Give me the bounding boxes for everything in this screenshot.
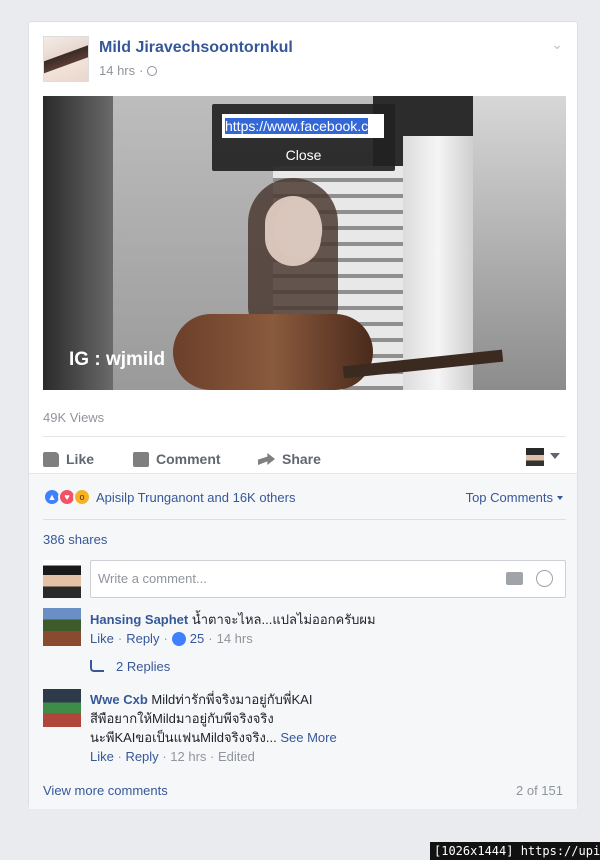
edited-label[interactable]: Edited bbox=[218, 749, 255, 764]
camera-icon[interactable] bbox=[506, 572, 523, 585]
current-user-avatar bbox=[43, 560, 81, 598]
comment-reply-link[interactable]: Reply bbox=[126, 631, 159, 646]
comment-text: นะพีKAIขอเป็นแฟนMildจริงจริง... bbox=[90, 730, 277, 745]
view-more-comments-link[interactable]: View more comments bbox=[43, 783, 168, 798]
comment-sort-dropdown[interactable]: Top Comments bbox=[466, 490, 563, 505]
divider bbox=[43, 436, 566, 437]
comment-icon bbox=[133, 451, 149, 467]
video-url-field[interactable]: https://www.facebook.c bbox=[222, 114, 384, 138]
commenter-avatar[interactable] bbox=[43, 608, 81, 646]
comments-section: ▲ ♥ o Apisilp Trunganont and 16K others … bbox=[29, 473, 577, 809]
share-button[interactable]: Share bbox=[258, 442, 321, 476]
reply-arrow-icon bbox=[90, 660, 104, 672]
post-card: Mild Jiravechsoontornkul 14 hrs · ⌄ IG :… bbox=[28, 21, 578, 809]
commenter-name[interactable]: Hansing Saphet bbox=[90, 612, 188, 627]
comment-button[interactable]: Comment bbox=[133, 442, 221, 476]
comment-pagination: 2 of 151 bbox=[516, 783, 563, 798]
share-arrow-icon bbox=[258, 453, 275, 465]
video-caption-overlay: IG : wjmild bbox=[69, 349, 166, 370]
emoji-icon[interactable] bbox=[536, 570, 553, 587]
comment-like-link[interactable]: Like bbox=[90, 631, 114, 646]
video-url-popup: https://www.facebook.c Close bbox=[212, 104, 395, 171]
globe-icon bbox=[147, 65, 158, 76]
chevron-down-icon[interactable]: ⌄ bbox=[551, 36, 563, 53]
action-bar: Like Comment Share bbox=[43, 442, 566, 476]
comment-like-link[interactable]: Like bbox=[90, 749, 114, 764]
commenter-name[interactable]: Wwe Cxb bbox=[90, 692, 148, 707]
view-replies-link[interactable]: 2 Replies bbox=[116, 659, 170, 674]
caret-down-icon bbox=[557, 495, 563, 500]
image-host-watermark: [1026x1444] https://upic.me/ bbox=[430, 842, 600, 860]
comment-reply-link[interactable]: Reply bbox=[125, 749, 158, 764]
view-count: 49K Views bbox=[43, 410, 105, 425]
comment-meta: Like · Reply · 12 hrs · Edited bbox=[90, 749, 255, 764]
reactions-summary[interactable]: ▲ ♥ o Apisilp Trunganont and 16K others bbox=[43, 488, 295, 506]
post-time[interactable]: 14 hrs bbox=[99, 63, 135, 78]
divider bbox=[43, 519, 566, 520]
author-avatar[interactable] bbox=[43, 36, 89, 82]
comment-text: น้ำตาจะไหล...แปลไม่ออกครับผม bbox=[191, 612, 376, 627]
commenter-avatar[interactable] bbox=[43, 689, 81, 727]
video-player[interactable]: IG : wjmild https://www.facebook.c Close bbox=[43, 96, 566, 390]
posting-as-avatar[interactable] bbox=[526, 448, 544, 466]
comment-like-count[interactable]: 25 bbox=[190, 631, 204, 646]
comment-meta: Like · Reply · 25 · 14 hrs bbox=[90, 631, 253, 646]
caret-down-icon[interactable] bbox=[550, 453, 560, 459]
wow-reaction-icon: o bbox=[73, 488, 91, 506]
author-name[interactable]: Mild Jiravechsoontornkul bbox=[99, 39, 293, 57]
comment-body: Wwe Cxb Mildท่ารักพี่จริงมาอยู่กับพี่KAI… bbox=[90, 690, 560, 747]
comment-body: Hansing Saphet น้ำตาจะไหล...แปลไม่ออกครั… bbox=[90, 609, 376, 630]
comment-text: สีพือยากให้Mildมาอยู่กับพีจริงจริง bbox=[90, 711, 274, 726]
comment-input[interactable]: Write a comment... bbox=[90, 560, 566, 598]
comment-time[interactable]: 12 hrs bbox=[170, 749, 206, 764]
thumbs-up-icon bbox=[43, 451, 59, 467]
post-meta: 14 hrs · bbox=[99, 63, 158, 78]
see-more-link[interactable]: See More bbox=[280, 730, 336, 745]
shares-count[interactable]: 386 shares bbox=[43, 532, 107, 547]
comment-text: Mildท่ารักพี่จริงมาอยู่กับพี่KAI bbox=[151, 692, 313, 707]
close-button[interactable]: Close bbox=[212, 147, 395, 163]
comment-time[interactable]: 14 hrs bbox=[217, 631, 253, 646]
like-button[interactable]: Like bbox=[43, 442, 94, 476]
like-reaction-icon bbox=[171, 631, 186, 646]
